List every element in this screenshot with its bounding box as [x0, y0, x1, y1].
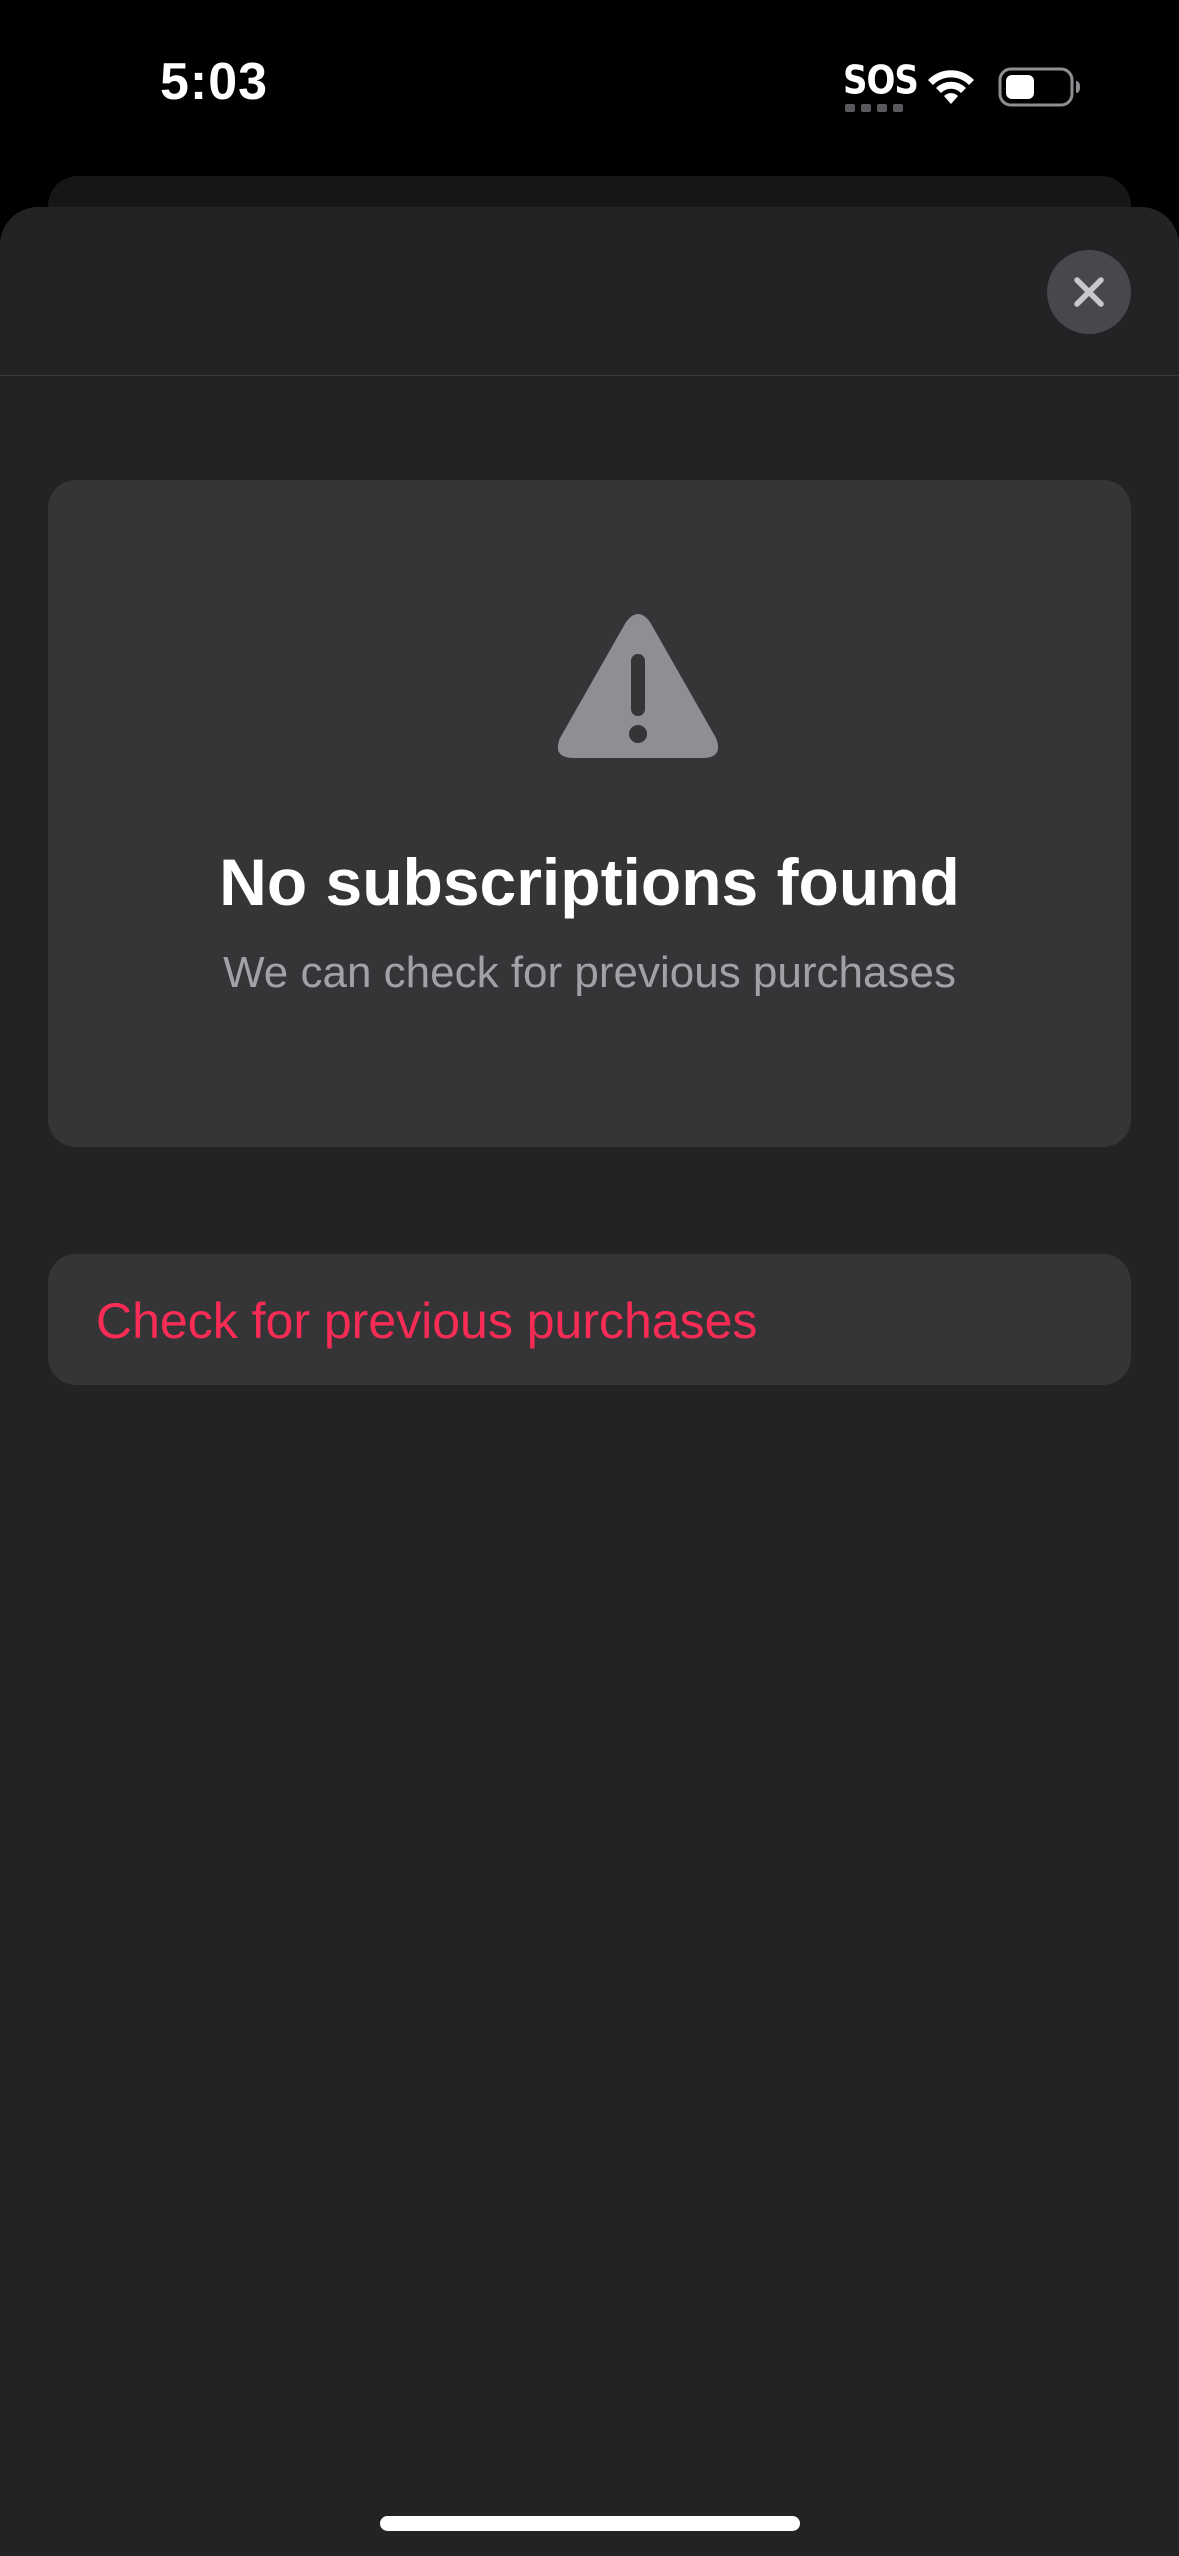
empty-state-title: No subscriptions found: [219, 845, 960, 919]
check-previous-purchases-label: Check for previous purchases: [96, 1293, 758, 1349]
wifi-icon: [928, 70, 974, 104]
check-previous-purchases-button[interactable]: Check for previous purchases: [48, 1254, 1131, 1385]
battery-icon: [998, 67, 1080, 107]
sos-indicator: SOS: [843, 58, 919, 114]
close-icon: [1074, 277, 1104, 307]
signal-dots: [845, 104, 903, 112]
status-time: 5:03: [160, 53, 269, 111]
status-bar: 5:03 SOS: [0, 0, 1179, 170]
empty-state-subtitle: We can check for previous purchases: [223, 948, 956, 997]
close-button[interactable]: [1047, 250, 1131, 334]
home-indicator[interactable]: [380, 2516, 800, 2531]
subscriptions-sheet: No subscriptions found We can check for …: [0, 207, 1179, 2556]
warning-triangle-icon: [557, 614, 719, 758]
sheet-header: [0, 207, 1179, 376]
sos-label: SOS: [843, 58, 919, 104]
empty-state-card: No subscriptions found We can check for …: [48, 480, 1131, 1147]
